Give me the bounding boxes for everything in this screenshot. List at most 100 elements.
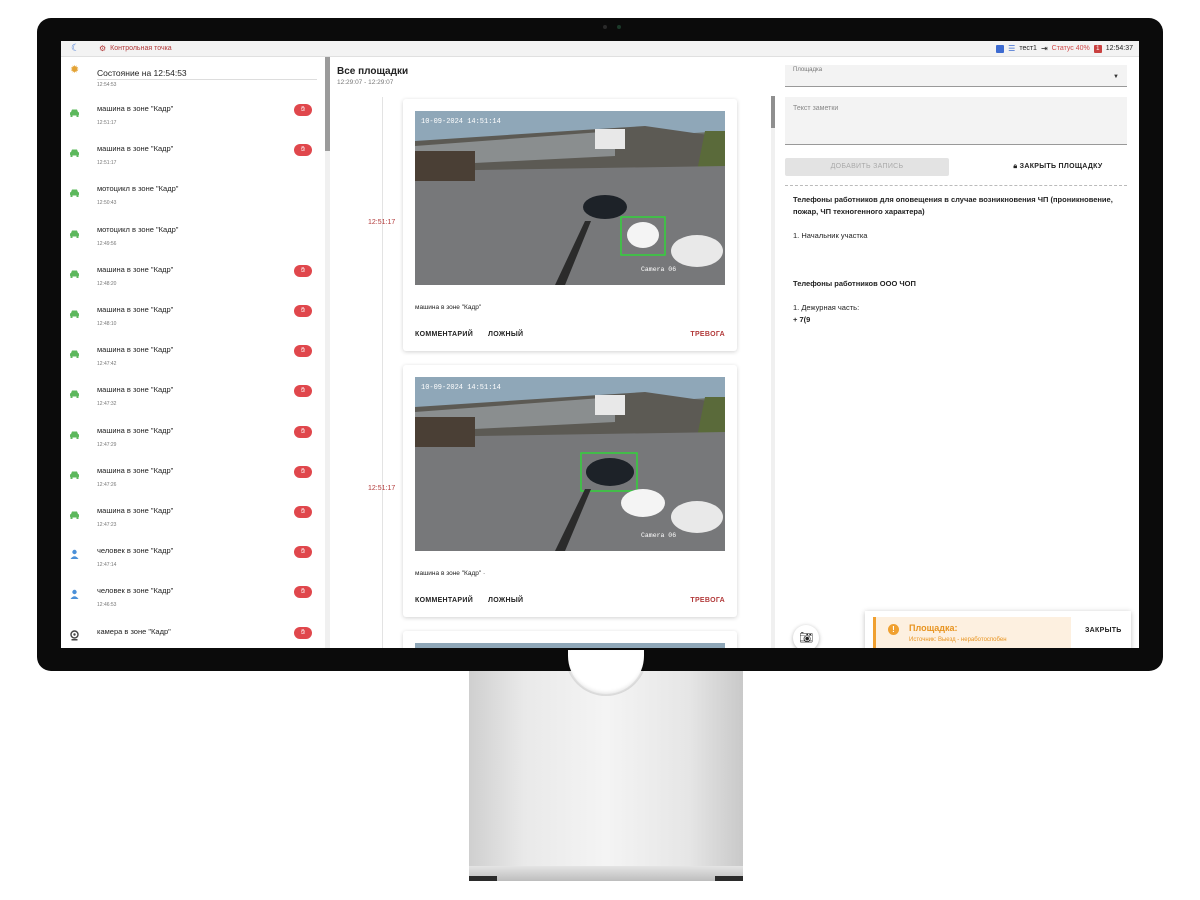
close-site-label: ЗАКРЫТЬ ПЛОЩАДКУ <box>1019 163 1103 170</box>
event-action-button[interactable]: ✋︎ <box>294 144 312 157</box>
event-list-item[interactable]: машина в зоне "Кадр" 12:51:17 ✋︎ <box>61 139 327 179</box>
site-select-label: Площадка <box>793 67 823 73</box>
status-count-badge[interactable]: 1 <box>1093 44 1102 53</box>
event-action-button[interactable]: ✋︎ <box>294 345 312 358</box>
car-icon <box>69 507 80 519</box>
monitor-bezel: ☾ ⚙ Контрольная точка ☰ тест1 ⇥ Статус 4… <box>37 18 1163 671</box>
add-record-button[interactable]: ДОБАВИТЬ ЗАПИСЬ <box>785 158 949 176</box>
event-time: 12:47:32 <box>97 401 117 408</box>
toast-subtitle: Источник: Выезд - неработоспобен <box>909 637 1007 643</box>
event-title: человек в зоне "Кадр" <box>97 586 174 596</box>
state-title: Состояние на 12:54:53 <box>97 68 187 78</box>
checkpoint-link[interactable]: ⚙ Контрольная точка <box>99 44 172 53</box>
camera-name: Camera 06 <box>641 532 676 539</box>
event-action-button[interactable]: ✋︎ <box>294 264 312 277</box>
top-bar-right: ☰ тест1 ⇥ Статус 40% 1 12:54:37 <box>996 44 1133 53</box>
event-time: 12:47:14 <box>97 562 117 569</box>
screen: ☾ ⚙ Контрольная точка ☰ тест1 ⇥ Статус 4… <box>61 41 1139 648</box>
event-action-button[interactable]: ✋︎ <box>294 626 312 639</box>
event-list-item[interactable]: мотоцикл в зоне "Кадр" 12:49:56 <box>61 220 327 260</box>
event-time: 12:47:26 <box>97 481 117 488</box>
state-header: ✹ Состояние на 12:54:53 12:54:53 <box>61 57 327 97</box>
site-select[interactable]: Площадка ▼ <box>785 65 1127 87</box>
event-list-item[interactable]: машина в зоне "Кадр" 12:47:29 ✋︎ <box>61 421 327 461</box>
user-name[interactable]: тест1 <box>1019 45 1037 52</box>
left-scrollbar-thumb[interactable] <box>325 57 330 151</box>
status-label[interactable]: Статус 40% <box>1052 45 1090 52</box>
feed-panel: Все площадки 12:29:07 - 12:29:07 12:51:1… <box>331 57 771 648</box>
database-icon[interactable]: ☰ <box>1008 44 1015 53</box>
notification-toast: ! Площадка: Источник: Выезд - неработосп… <box>865 611 1131 648</box>
comment-button[interactable]: КОММЕНТАРИЙ <box>415 331 473 338</box>
events-panel: ✹ Состояние на 12:54:53 12:54:53 машина … <box>61 57 327 648</box>
event-list-item[interactable]: машина в зоне "Кадр" 12:47:26 ✋︎ <box>61 461 327 501</box>
card-caption: машина в зоне "Кадр" <box>415 304 482 311</box>
clock: 12:54:37 <box>1105 45 1133 52</box>
event-action-button[interactable]: ✋︎ <box>294 425 312 438</box>
event-title: камера в зоне "Кадр" <box>97 626 171 636</box>
event-action-button[interactable]: ✋︎ <box>294 465 312 478</box>
event-title: машина в зоне "Кадр" <box>97 425 174 435</box>
phones-title-2: Телефоны работников ООО ЧОП <box>793 279 916 288</box>
comment-button[interactable]: КОММЕНТАРИЙ <box>415 597 473 604</box>
stand-foot <box>469 866 743 881</box>
camera-button[interactable]: 📷︎ <box>793 625 819 648</box>
event-action-button[interactable]: ✋︎ <box>294 385 312 398</box>
event-title: машина в зоне "Кадр" <box>97 385 174 395</box>
event-title: человек в зоне "Кадр" <box>97 546 174 556</box>
car-icon <box>69 427 80 439</box>
toast-close-button[interactable]: ЗАКРЫТЬ <box>1085 627 1122 634</box>
logout-icon[interactable]: ⇥ <box>1041 44 1048 53</box>
app-logo-icon[interactable]: ☾ <box>71 43 80 54</box>
event-list-item[interactable]: машина в зоне "Кадр" 12:51:17 ✋︎ <box>61 99 327 139</box>
toast-body: ! Площадка: Источник: Выезд - неработосп… <box>873 617 1071 648</box>
event-title: машина в зоне "Кадр" <box>97 465 174 475</box>
event-card: 10-09-2024 14:51:14 Camera 06 машина в з… <box>403 365 737 617</box>
event-list-item[interactable]: машина в зоне "Кадр" 12:47:42 ✋︎ <box>61 340 327 380</box>
camera-snapshot[interactable]: 10-09-2024 14:51:14 Camera 06 <box>415 111 725 285</box>
event-list-item[interactable]: машина в зоне "Кадр" 12:48:20 ✋︎ <box>61 260 327 300</box>
event-action-button[interactable]: ✋︎ <box>294 546 312 559</box>
car-icon <box>69 467 80 479</box>
event-action-button[interactable]: ✋︎ <box>294 305 312 317</box>
event-list-item[interactable]: мотоцикл в зоне "Кадр" 12:50:43 <box>61 179 327 219</box>
event-title: машина в зоне "Кадр" <box>97 345 174 355</box>
close-site-button[interactable]: 🔒︎ ЗАКРЫТЬ ПЛОЩАДКУ <box>993 158 1123 176</box>
event-time: 12:50:43 <box>97 200 117 207</box>
monitor-stand <box>469 671 743 881</box>
false-alarm-button[interactable]: ЛОЖНЫЙ <box>488 331 523 338</box>
webcam-light <box>617 25 621 29</box>
event-time: 12:51:17 <box>97 160 117 167</box>
alarm-button[interactable]: ТРЕВОГА <box>690 597 725 604</box>
event-title: машина в зоне "Кадр" <box>97 506 174 515</box>
event-list-item[interactable]: человек в зоне "Кадр" 12:46:53 ✋︎ <box>61 581 327 621</box>
event-list-item[interactable]: машина в зоне "Кадр" 12:47:23 ✋︎ <box>61 501 327 541</box>
event-list-item[interactable]: человек в зоне "Кадр" 12:47:14 ✋︎ <box>61 541 327 581</box>
car-icon <box>69 386 80 399</box>
event-list-item[interactable]: машина в зоне "Кадр" 12:47:32 ✋︎ <box>61 380 327 420</box>
event-title: машина в зоне "Кадр" <box>97 104 174 113</box>
event-action-button[interactable]: ✋︎ <box>294 586 312 599</box>
chart-icon[interactable] <box>996 44 1005 53</box>
alarm-button[interactable]: ТРЕВОГА <box>690 331 725 338</box>
camera-snapshot[interactable]: 10-09-2024 14:51:14 Camera 06 <box>415 377 725 551</box>
gear-icon[interactable]: ✹ <box>70 63 79 76</box>
camera-snapshot[interactable] <box>415 643 725 648</box>
chevron-down-icon[interactable]: ▼ <box>1113 74 1119 80</box>
event-list-item[interactable]: машина в зоне "Кадр" 12:48:10 ✋︎ <box>61 300 327 340</box>
car-icon <box>69 266 80 278</box>
camera-name: Camera 06 <box>641 266 676 273</box>
camera-timestamp: 10-09-2024 14:51:14 <box>421 118 501 126</box>
event-action-button[interactable]: ✋︎ <box>294 104 312 116</box>
camera-icon <box>69 628 80 641</box>
event-action-button[interactable]: ✋︎ <box>294 506 312 518</box>
phones-info: Телефоны работников для оповещения в слу… <box>793 194 1123 326</box>
event-title: машина в зоне "Кадр" <box>97 305 174 314</box>
event-title: мотоцикл в зоне "Кадр" <box>97 224 179 234</box>
false-alarm-button[interactable]: ЛОЖНЫЙ <box>488 597 523 604</box>
car-icon <box>69 185 80 198</box>
details-panel: Площадка ▼ Текст заметки ДОБАВИТЬ ЗАПИСЬ… <box>775 57 1139 648</box>
timeline-line <box>382 97 383 648</box>
note-input[interactable]: Текст заметки <box>785 97 1127 145</box>
event-list-item[interactable]: камера в зоне "Кадр" ✋︎ <box>61 622 327 648</box>
